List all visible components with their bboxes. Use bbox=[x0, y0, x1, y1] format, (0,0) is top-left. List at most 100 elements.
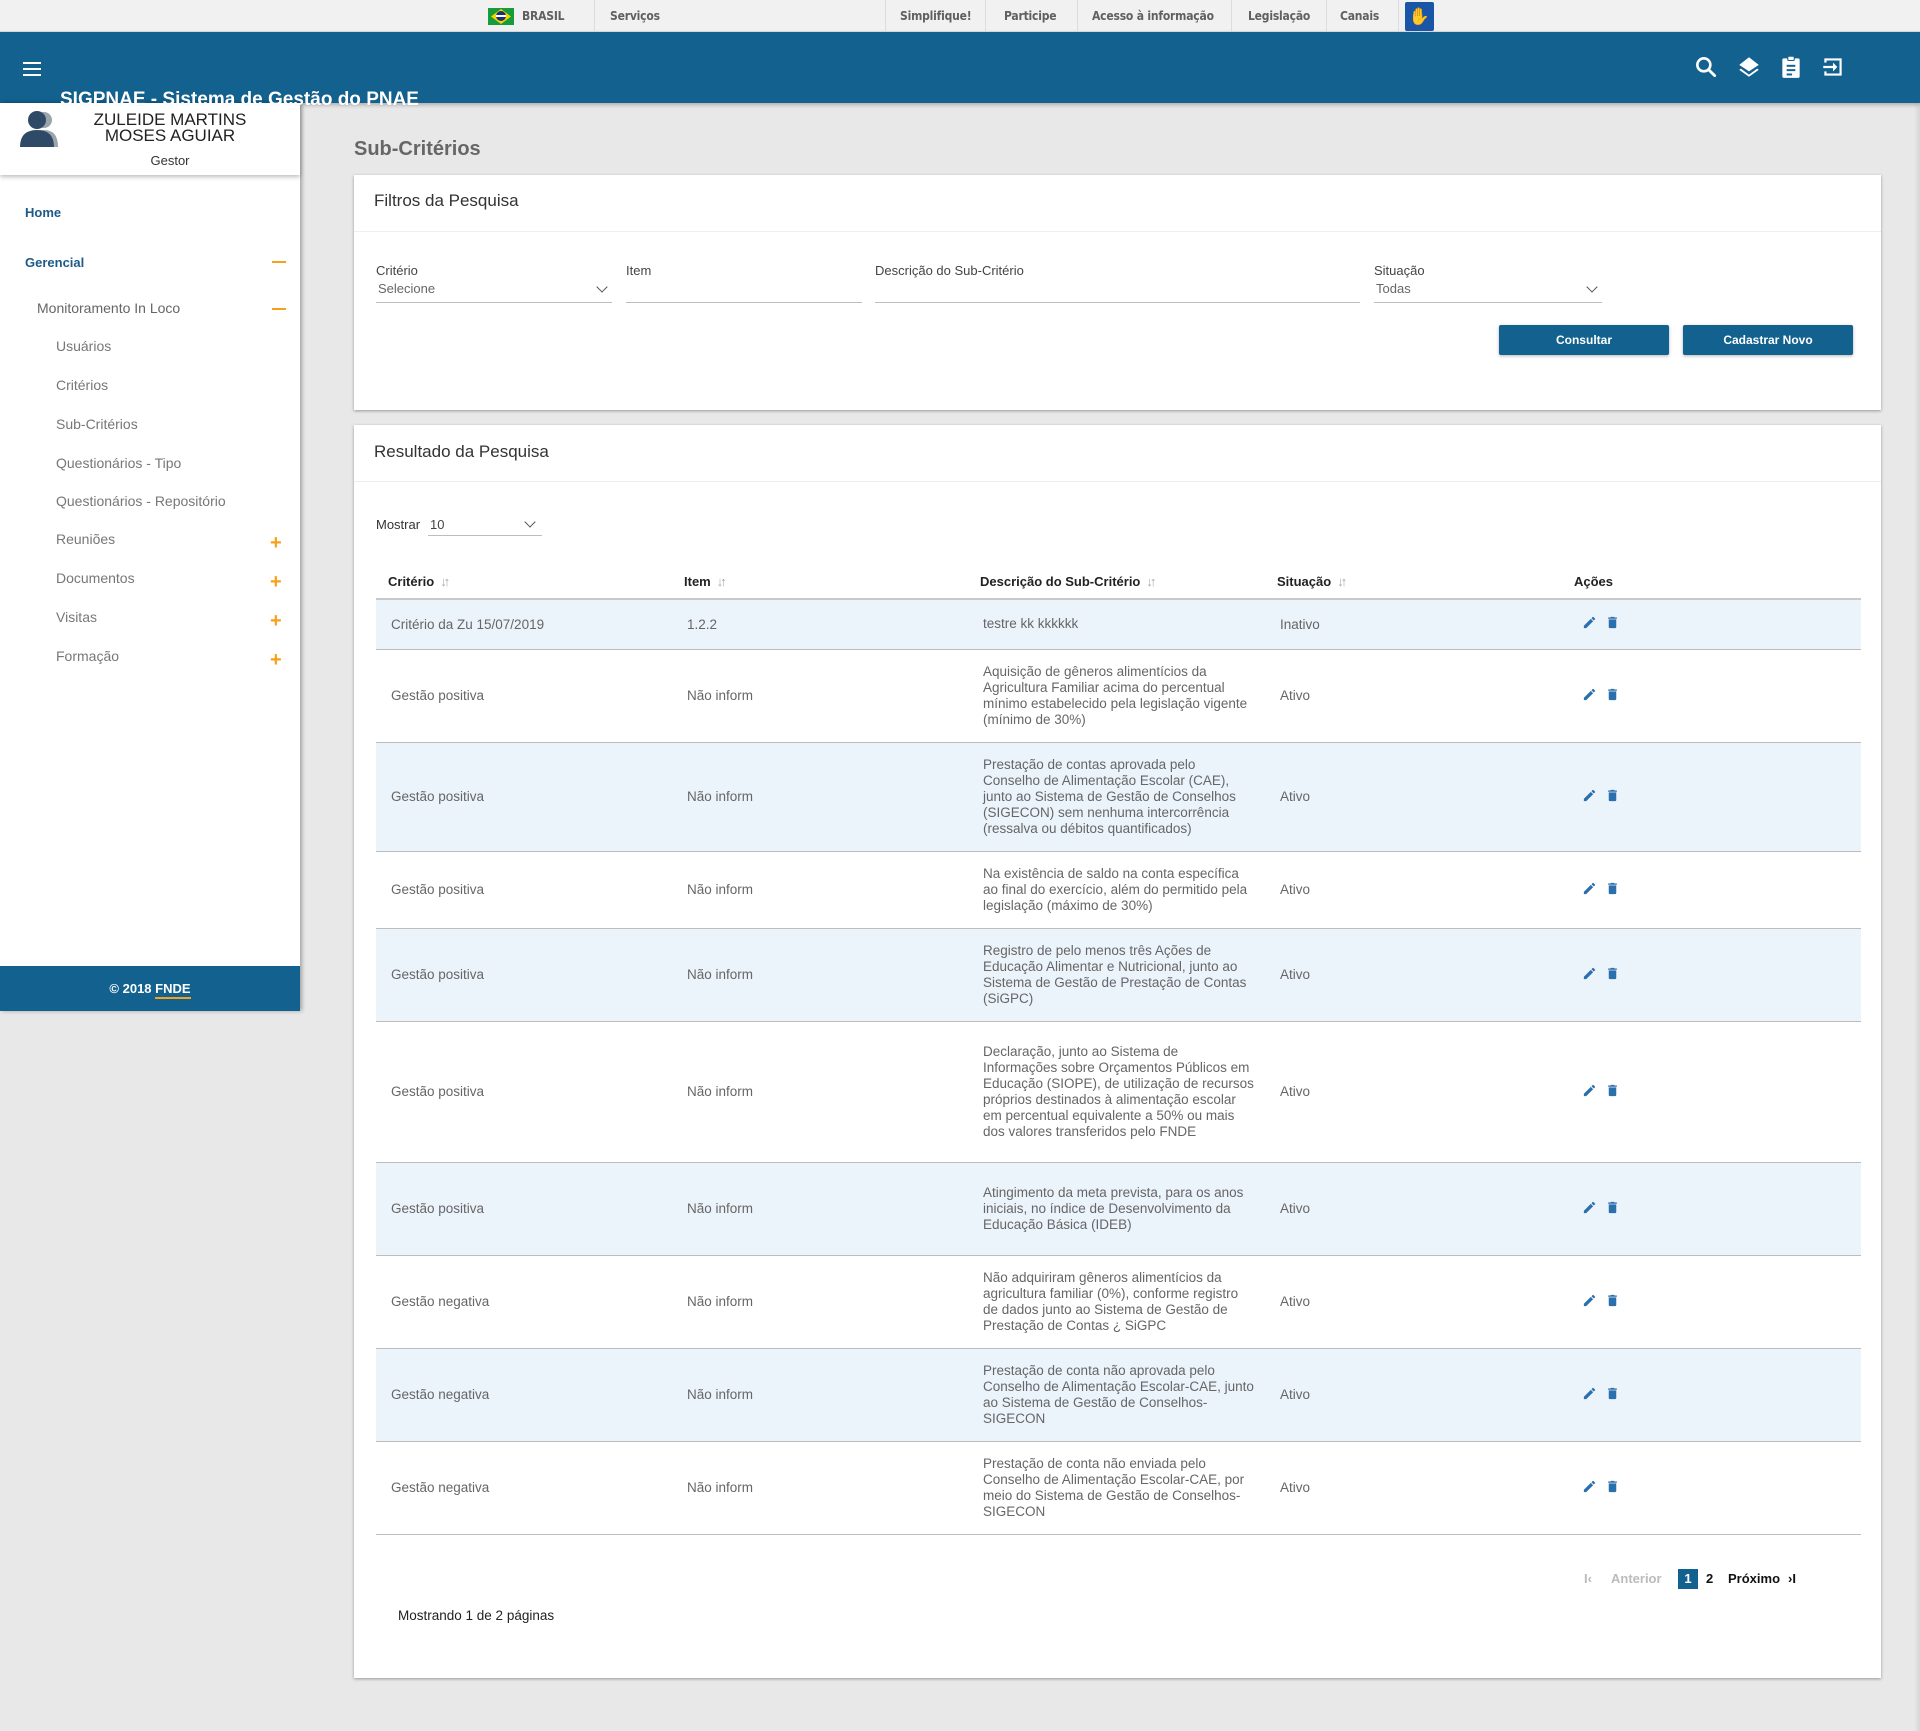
results-title: Resultado da Pesquisa bbox=[374, 442, 549, 461]
column-header-acoes: Ações bbox=[1562, 568, 1861, 600]
layers-icon[interactable] bbox=[1736, 54, 1762, 80]
filters-title: Filtros da Pesquisa bbox=[374, 191, 519, 210]
delete-trash-icon[interactable] bbox=[1605, 1083, 1620, 1098]
menu-icon[interactable] bbox=[23, 62, 41, 76]
previous-page-button[interactable]: Anterior bbox=[1611, 1569, 1662, 1589]
edit-pencil-icon[interactable] bbox=[1582, 1083, 1597, 1098]
search-icon[interactable] bbox=[1693, 54, 1719, 80]
first-page-icon[interactable]: I‹ bbox=[1584, 1569, 1592, 1589]
cell-situacao: Ativo bbox=[1265, 649, 1562, 743]
criterio-label: Critério bbox=[376, 263, 418, 278]
situacao-select[interactable]: Todas bbox=[1374, 279, 1602, 301]
govbar-link-legislacao[interactable]: Legislação bbox=[1248, 0, 1310, 32]
column-header-descricao[interactable]: Descrição do Sub-Critério ↓↑ bbox=[968, 568, 1265, 600]
item-input[interactable] bbox=[626, 279, 862, 301]
scrollbar[interactable] bbox=[1914, 103, 1920, 1731]
column-header-label: Ações bbox=[1574, 573, 1614, 589]
cell-descricao: Prestação de conta não enviada pelo Cons… bbox=[968, 1441, 1265, 1535]
cell-situacao: Ativo bbox=[1265, 1162, 1562, 1256]
cell-item: Não inform bbox=[672, 742, 968, 852]
cell-acoes bbox=[1562, 1441, 1861, 1535]
sidebar-item-label: Documentos bbox=[56, 570, 135, 586]
expand-plus-icon[interactable]: + bbox=[270, 572, 282, 592]
cell-situacao: Ativo bbox=[1265, 851, 1562, 929]
sort-icon[interactable]: ↓↑ bbox=[440, 574, 450, 589]
edit-pencil-icon[interactable] bbox=[1582, 1200, 1597, 1215]
cell-acoes bbox=[1562, 1162, 1861, 1256]
brazil-flag-icon[interactable] bbox=[488, 8, 514, 25]
cell-descricao: Declaração, junto ao Sistema de Informaç… bbox=[968, 1021, 1265, 1163]
expand-plus-icon[interactable]: + bbox=[270, 650, 282, 670]
page-button[interactable]: 2 bbox=[1706, 1569, 1713, 1589]
next-page-button[interactable]: Próximo bbox=[1728, 1569, 1780, 1589]
cell-item: Não inform bbox=[672, 1255, 968, 1349]
edit-pencil-icon[interactable] bbox=[1582, 1293, 1597, 1308]
table-row: Gestão positiva Não inform Prestação de co… bbox=[376, 742, 1861, 852]
delete-trash-icon[interactable] bbox=[1605, 788, 1620, 803]
show-entries-value: 10 bbox=[430, 517, 445, 532]
hand-sign-language-icon[interactable]: ✋ bbox=[1405, 2, 1434, 31]
column-header-situacao[interactable]: Situação ↓↑ bbox=[1265, 568, 1562, 600]
edit-pencil-icon[interactable] bbox=[1582, 1386, 1597, 1401]
delete-trash-icon[interactable] bbox=[1605, 1293, 1620, 1308]
descricao-input[interactable] bbox=[875, 279, 1360, 301]
cell-item: Não inform bbox=[672, 851, 968, 929]
column-header-label: Situação bbox=[1277, 573, 1332, 589]
column-header-item[interactable]: Item ↓↑ bbox=[672, 568, 968, 600]
govbar-brasil-link[interactable]: BRASIL bbox=[522, 0, 565, 32]
delete-trash-icon[interactable] bbox=[1605, 966, 1620, 981]
criterio-select-value: Selecione bbox=[378, 281, 436, 296]
edit-pencil-icon[interactable] bbox=[1582, 1479, 1597, 1494]
collapse-icon[interactable] bbox=[272, 308, 286, 310]
consultar-button[interactable]: Consultar bbox=[1499, 325, 1669, 355]
edit-pencil-icon[interactable] bbox=[1582, 687, 1597, 702]
cell-descricao: Atingimento da meta prevista, para os an… bbox=[968, 1162, 1265, 1256]
cell-criterio: Gestão positiva bbox=[376, 851, 672, 929]
column-header-label: Descrição do Sub-Critério bbox=[980, 573, 1141, 589]
column-header-criterio[interactable]: Critério ↓↑ bbox=[376, 568, 672, 600]
delete-trash-icon[interactable] bbox=[1605, 1386, 1620, 1401]
cell-acoes bbox=[1562, 649, 1861, 743]
sidebar-item-label: Questionários - Repositório bbox=[56, 493, 226, 509]
delete-trash-icon[interactable] bbox=[1605, 1479, 1620, 1494]
delete-trash-icon[interactable] bbox=[1605, 687, 1620, 702]
column-header-label: Critério bbox=[388, 573, 435, 589]
sidebar-item-label: Usuários bbox=[56, 338, 112, 354]
results-table: Critério ↓↑ Item ↓↑ Descrição do Sub-Crité… bbox=[376, 568, 1861, 1535]
delete-trash-icon[interactable] bbox=[1605, 881, 1620, 896]
criterio-select[interactable]: Selecione bbox=[376, 279, 612, 301]
cell-criterio: Gestão positiva bbox=[376, 928, 672, 1022]
expand-plus-icon[interactable]: + bbox=[270, 611, 282, 631]
govbar-servicos-link[interactable]: Serviços bbox=[610, 0, 660, 32]
sort-icon[interactable]: ↓↑ bbox=[717, 574, 727, 589]
edit-pencil-icon[interactable] bbox=[1582, 788, 1597, 803]
sort-icon[interactable]: ↓↑ bbox=[1146, 574, 1156, 589]
page-button-current[interactable]: 1 bbox=[1678, 1569, 1698, 1589]
cell-situacao: Ativo bbox=[1265, 1441, 1562, 1535]
edit-pencil-icon[interactable] bbox=[1582, 881, 1597, 896]
expand-plus-icon[interactable]: + bbox=[270, 533, 282, 553]
cadastrar-novo-button[interactable]: Cadastrar Novo bbox=[1683, 325, 1853, 355]
govbar-link-participe[interactable]: Participe bbox=[1004, 0, 1057, 32]
cell-situacao: Ativo bbox=[1265, 1021, 1562, 1163]
show-entries-select[interactable]: 10 bbox=[428, 514, 542, 536]
logout-icon[interactable] bbox=[1820, 54, 1846, 80]
govbar-link-acesso-informacao[interactable]: Acesso à informação bbox=[1092, 0, 1214, 32]
clipboard-icon[interactable] bbox=[1778, 54, 1804, 80]
govbar-link-simplifique[interactable]: Simplifique! bbox=[900, 0, 972, 32]
collapse-icon[interactable] bbox=[272, 261, 286, 263]
page-title: Sub-Critérios bbox=[354, 138, 481, 160]
pagination-summary: Mostrando 1 de 2 páginas bbox=[398, 1608, 555, 1623]
edit-pencil-icon[interactable] bbox=[1582, 966, 1597, 981]
table-row: Gestão negativa Não inform Prestação de co… bbox=[376, 1348, 1861, 1442]
cell-descricao: Prestação de contas aprovada pelo Consel… bbox=[968, 742, 1265, 852]
govbar-link-canais[interactable]: Canais bbox=[1340, 0, 1379, 32]
sidebar-item-label: Questionários - Tipo bbox=[56, 455, 182, 471]
delete-trash-icon[interactable] bbox=[1605, 1200, 1620, 1215]
sidebar-item-label: Sub-Critérios bbox=[56, 416, 138, 432]
last-page-icon[interactable]: ›I bbox=[1788, 1569, 1796, 1589]
sort-icon[interactable]: ↓↑ bbox=[1337, 574, 1347, 589]
fnde-link[interactable]: FNDE bbox=[155, 981, 191, 999]
edit-pencil-icon[interactable] bbox=[1582, 615, 1597, 630]
delete-trash-icon[interactable] bbox=[1605, 615, 1620, 630]
